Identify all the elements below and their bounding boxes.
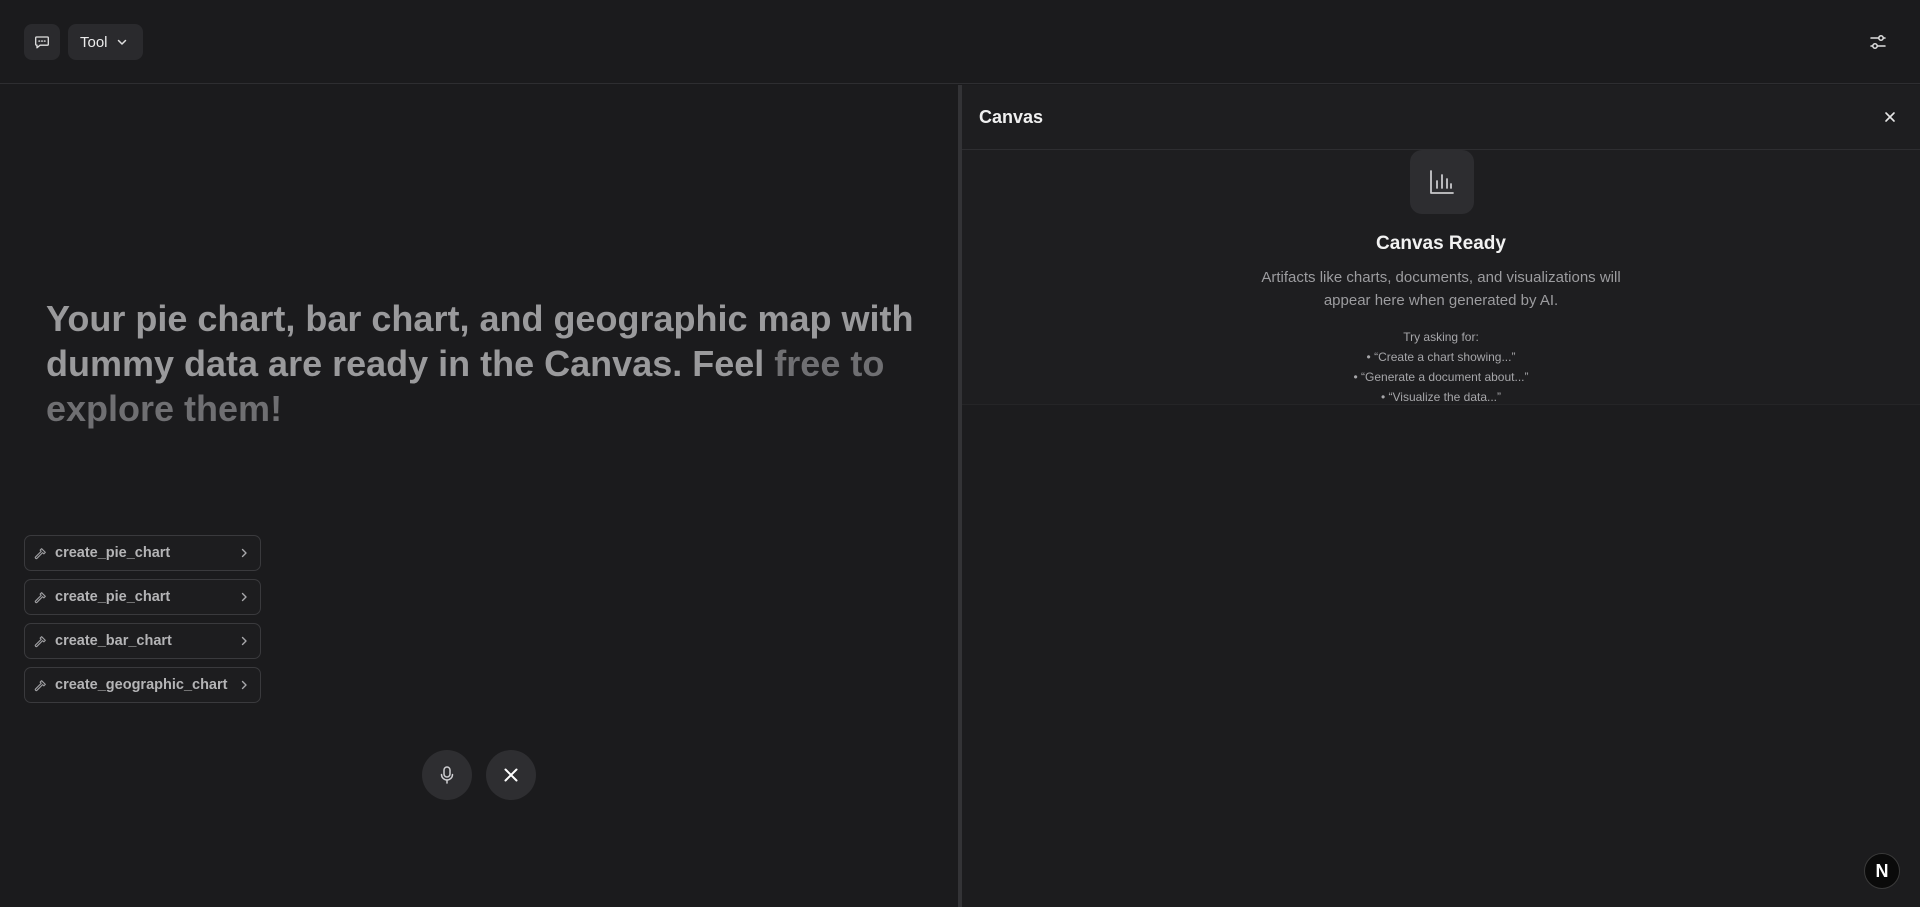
canvas-close-button[interactable] bbox=[1880, 107, 1900, 127]
chat-toggle-button[interactable] bbox=[24, 24, 60, 60]
canvas-ready-description: Artifacts like charts, documents, and vi… bbox=[1261, 269, 1621, 309]
assistant-message: Your pie chart, bar chart, and geographi… bbox=[46, 296, 926, 431]
hammer-icon bbox=[34, 547, 46, 559]
nextjs-badge-letter: N bbox=[1875, 860, 1889, 881]
canvas-chart-tile bbox=[1410, 150, 1474, 214]
canvas-ready-title: Canvas Ready bbox=[1376, 233, 1506, 254]
close-icon bbox=[1885, 112, 1895, 122]
tool-call-item[interactable]: create_pie_chart bbox=[24, 579, 261, 615]
suggestion-item: • “Create a chart showing...” bbox=[1366, 350, 1516, 364]
chat-pane bbox=[0, 85, 958, 907]
canvas-title: Canvas bbox=[979, 107, 1044, 127]
bar-chart-icon bbox=[1430, 170, 1454, 194]
sliders-icon bbox=[1870, 35, 1886, 49]
chevron-down-icon bbox=[117, 39, 126, 45]
top-bar: Tool bbox=[0, 0, 1920, 84]
suggestion-item: • “Visualize the data...” bbox=[1380, 390, 1502, 404]
suggestion-heading: Try asking for: bbox=[1403, 330, 1479, 344]
hammer-icon bbox=[34, 679, 46, 691]
tool-call-item[interactable]: create_bar_chart bbox=[24, 623, 261, 659]
settings-button[interactable] bbox=[1864, 28, 1892, 56]
tool-call-label: create_bar_chart bbox=[55, 633, 172, 649]
chevron-right-icon bbox=[241, 636, 247, 646]
tool-call-label: create_pie_chart bbox=[55, 545, 171, 561]
tool-call-list: create_pie_chart create_pie_chart create… bbox=[24, 535, 261, 711]
tool-call-label: create_pie_chart bbox=[55, 589, 171, 605]
microphone-icon bbox=[440, 766, 454, 784]
end-voice-button[interactable] bbox=[486, 750, 536, 800]
chevron-right-icon bbox=[241, 592, 247, 602]
chevron-right-icon bbox=[241, 680, 247, 690]
suggestion-list: Try asking for: • “Create a chart showin… bbox=[962, 327, 1920, 407]
close-icon bbox=[504, 768, 518, 782]
chat-icon bbox=[35, 36, 49, 49]
tool-dropdown[interactable]: Tool bbox=[68, 24, 143, 60]
chevron-right-icon bbox=[241, 548, 247, 558]
tool-call-item[interactable]: create_geographic_chart bbox=[24, 667, 261, 703]
microphone-button[interactable] bbox=[422, 750, 472, 800]
hammer-icon bbox=[34, 591, 46, 603]
tool-call-item[interactable]: create_pie_chart bbox=[24, 535, 261, 571]
canvas-panel: Canvas Canvas Ready Artifacts like chart… bbox=[962, 85, 1920, 907]
tool-call-label: create_geographic_chart bbox=[55, 677, 228, 693]
suggestion-item: • “Generate a document about...” bbox=[1353, 370, 1529, 384]
tool-dropdown-label: Tool bbox=[80, 33, 108, 51]
nextjs-badge[interactable]: N bbox=[1864, 853, 1900, 889]
hammer-icon bbox=[34, 635, 46, 647]
canvas-empty-state: Canvas Ready Artifacts like charts, docu… bbox=[962, 150, 1920, 405]
canvas-header: Canvas bbox=[962, 85, 1920, 150]
